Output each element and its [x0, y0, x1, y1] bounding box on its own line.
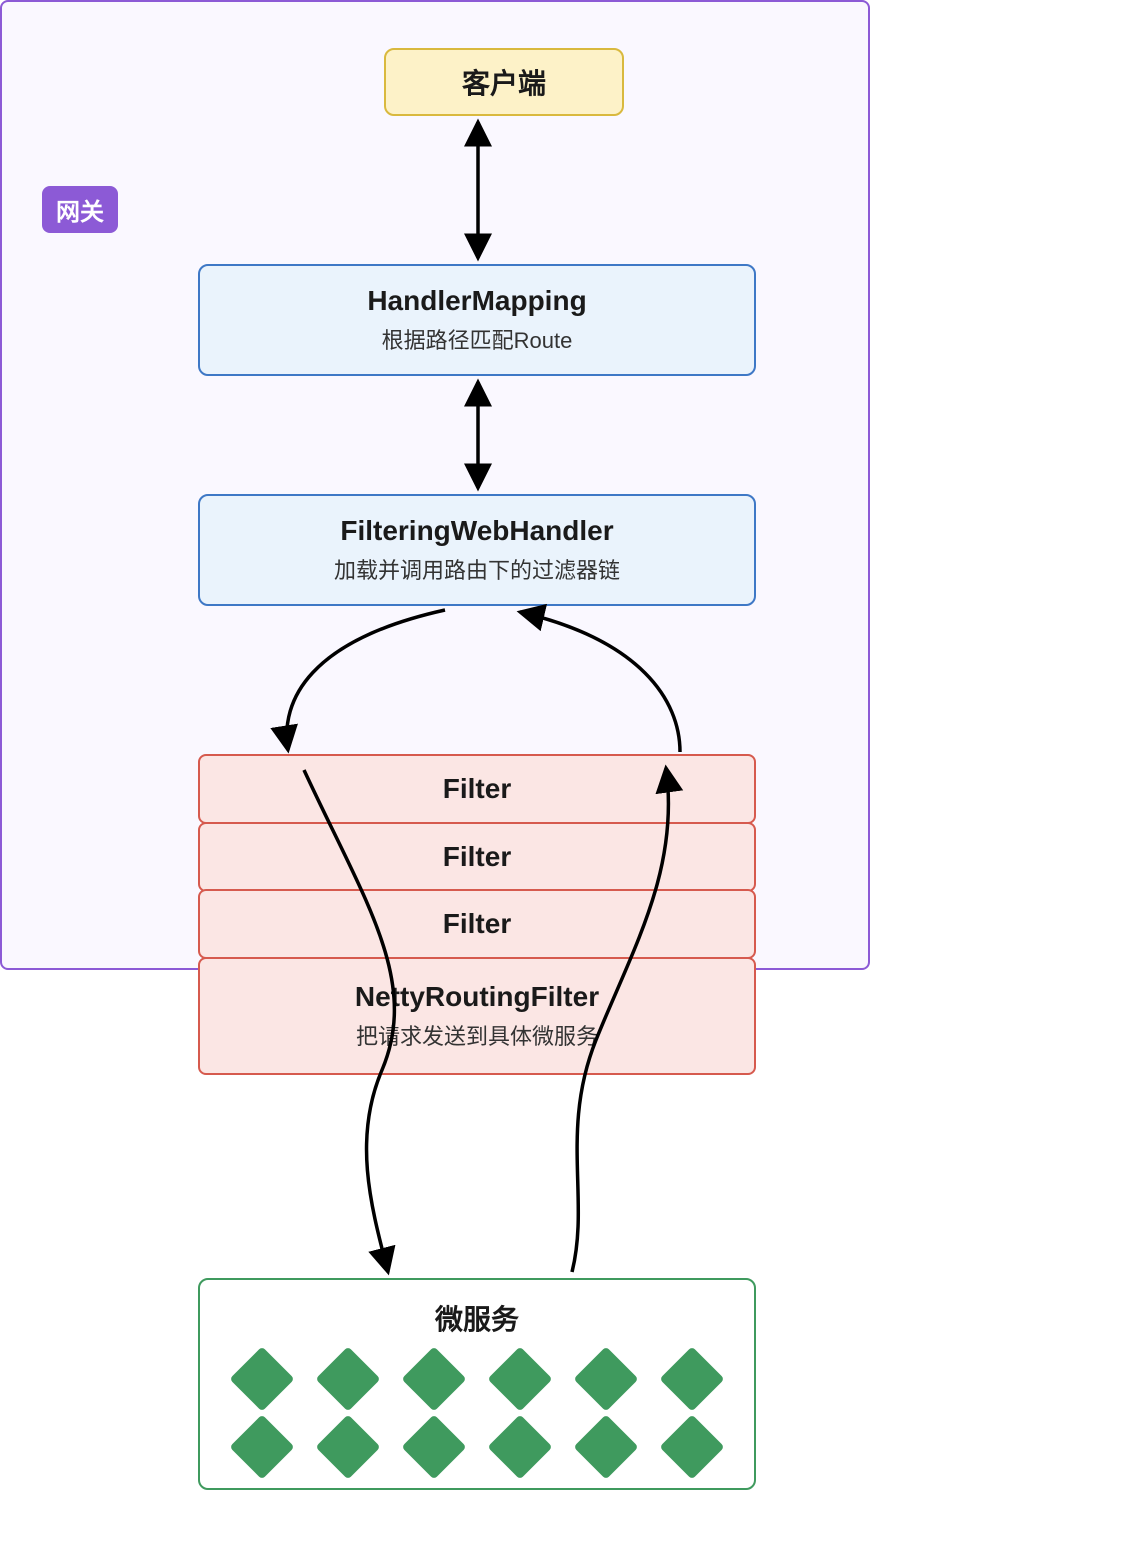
- microservice-title: 微服务: [435, 1298, 519, 1338]
- microservice-box: 微服务: [198, 1278, 756, 1490]
- filter-chain: Filter Filter Filter NettyRoutingFilter …: [198, 754, 756, 1075]
- filter-label: Filter: [443, 908, 511, 940]
- gateway-tag: 网关: [42, 186, 118, 233]
- filter-row: Filter: [198, 889, 756, 959]
- service-instance-icon: [229, 1346, 294, 1411]
- filtering-web-handler-sub: 加载并调用路由下的过滤器链: [334, 553, 620, 585]
- netty-routing-filter-row: NettyRoutingFilter 把请求发送到具体微服务: [198, 957, 756, 1075]
- service-instance-icon: [401, 1346, 466, 1411]
- filter-row: Filter: [198, 822, 756, 892]
- service-instance-icon: [659, 1414, 724, 1479]
- service-instance-icon: [487, 1346, 552, 1411]
- filter-label: Filter: [443, 773, 511, 805]
- service-instance-icon: [229, 1414, 294, 1479]
- service-instance-icon: [659, 1346, 724, 1411]
- filtering-web-handler-box: FilteringWebHandler 加载并调用路由下的过滤器链: [198, 494, 756, 606]
- service-instance-icon: [315, 1414, 380, 1479]
- service-instance-icon: [573, 1414, 638, 1479]
- netty-routing-title: NettyRoutingFilter: [355, 981, 599, 1013]
- service-instance-icon: [401, 1414, 466, 1479]
- service-instance-icon: [315, 1346, 380, 1411]
- handler-mapping-title: HandlerMapping: [367, 285, 586, 317]
- client-box: 客户端: [384, 48, 624, 116]
- filtering-web-handler-title: FilteringWebHandler: [340, 515, 613, 547]
- handler-mapping-sub: 根据路径匹配Route: [382, 323, 573, 355]
- client-label: 客户端: [462, 62, 546, 102]
- filter-row: Filter: [198, 754, 756, 824]
- netty-routing-sub: 把请求发送到具体微服务: [356, 1019, 598, 1051]
- service-instance-icon: [573, 1346, 638, 1411]
- filter-label: Filter: [443, 841, 511, 873]
- handler-mapping-box: HandlerMapping 根据路径匹配Route: [198, 264, 756, 376]
- microservice-instances: [239, 1356, 715, 1470]
- service-instance-icon: [487, 1414, 552, 1479]
